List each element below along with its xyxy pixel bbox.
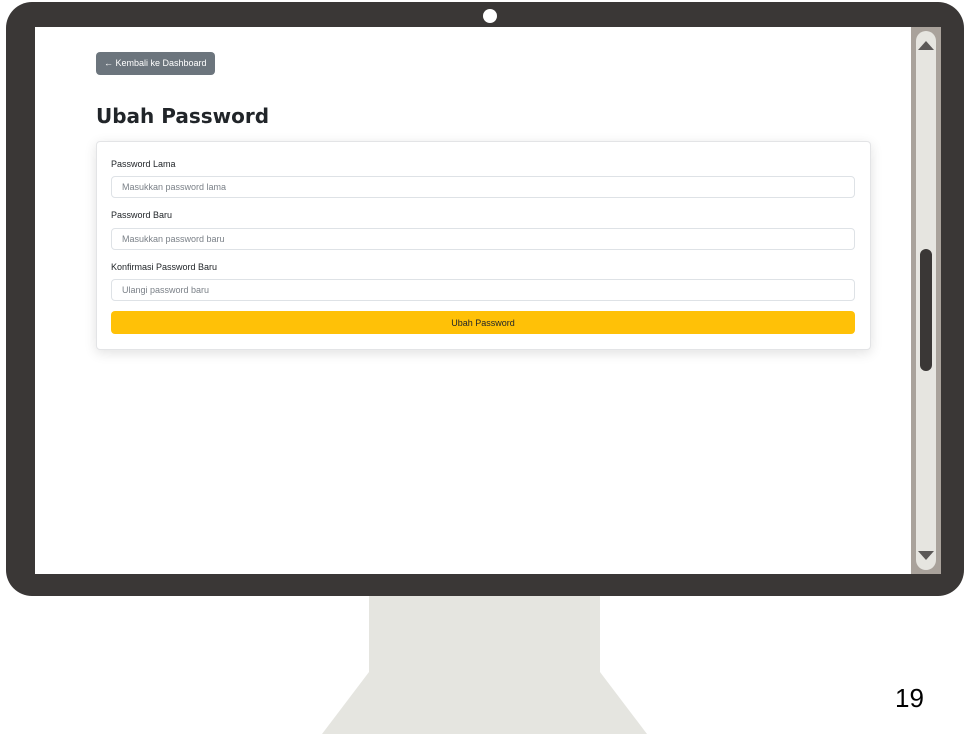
scroll-track[interactable]	[916, 31, 936, 570]
browser-viewport: ← Kembali ke Dashboard Ubah Password Pas…	[35, 27, 941, 574]
new-password-input[interactable]	[111, 228, 855, 250]
page-title: Ubah Password	[96, 104, 270, 128]
back-to-dashboard-button[interactable]: ← Kembali ke Dashboard	[96, 52, 215, 75]
confirm-password-label: Konfirmasi Password Baru	[111, 262, 218, 272]
confirm-password-input[interactable]	[111, 279, 855, 301]
scroll-thumb[interactable]	[920, 249, 932, 371]
camera-dot-icon	[483, 9, 497, 23]
scroll-down-arrow-icon[interactable]	[918, 551, 934, 560]
old-password-label: Password Lama	[111, 159, 176, 169]
page-number: 19	[895, 683, 924, 713]
vertical-scrollbar[interactable]	[911, 27, 941, 574]
new-password-label: Password Baru	[111, 210, 173, 220]
old-password-input[interactable]	[111, 176, 855, 198]
slide: ← Kembali ke Dashboard Ubah Password Pas…	[0, 0, 968, 734]
scroll-up-arrow-icon[interactable]	[918, 41, 934, 50]
change-password-submit-button[interactable]: Ubah Password	[111, 311, 855, 334]
change-password-card: Password Lama Password Baru Konfirmasi P…	[96, 141, 871, 350]
monitor-stand-neck	[369, 596, 600, 672]
monitor-stand-base	[322, 672, 647, 734]
monitor-frame: ← Kembali ke Dashboard Ubah Password Pas…	[6, 2, 964, 596]
